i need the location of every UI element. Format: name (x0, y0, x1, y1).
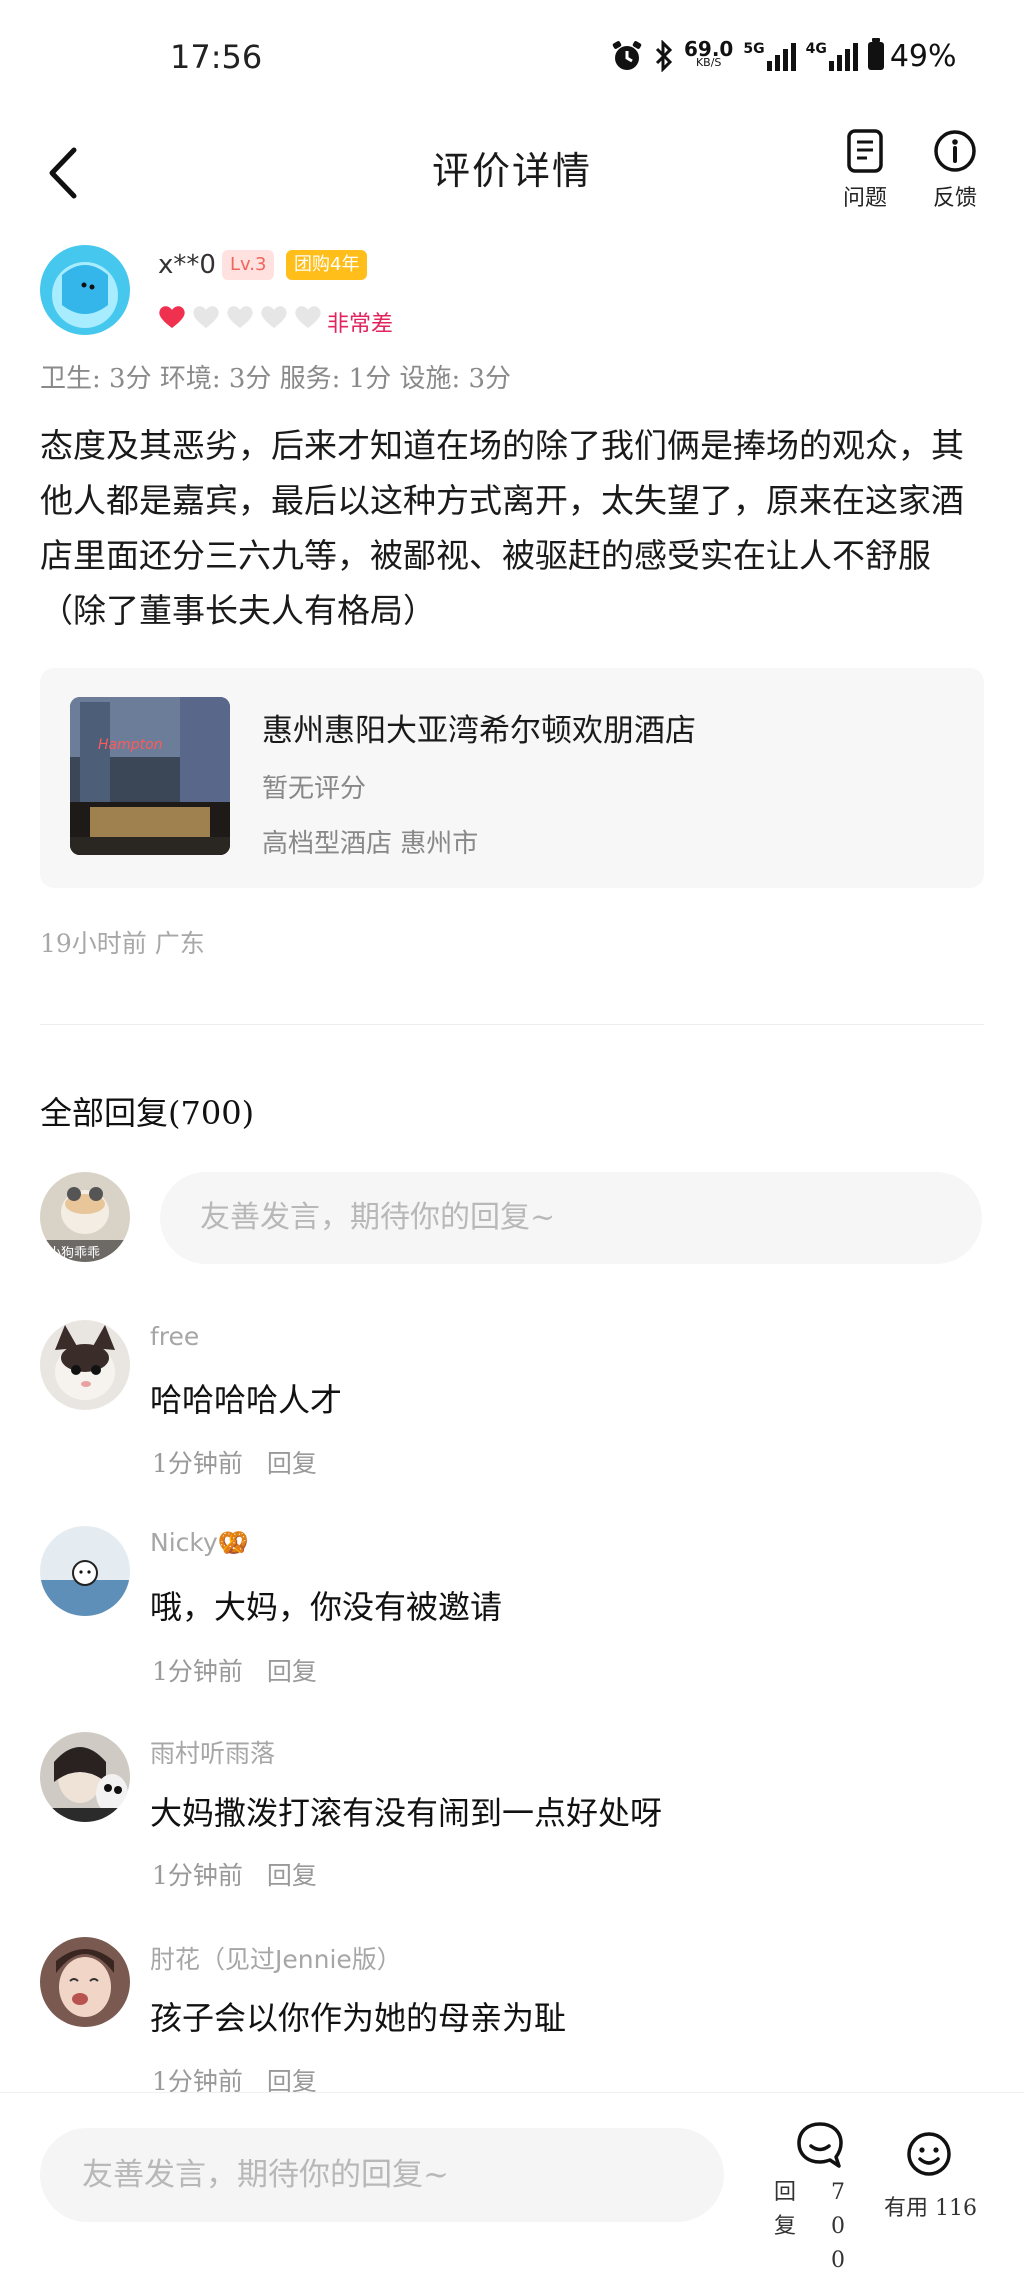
bottom-reply-input[interactable]: 友善发言，期待你的回复~ (40, 2128, 724, 2222)
hotel-image: Hampton (70, 697, 230, 855)
reply-button-label[interactable]: 回复 (774, 2176, 796, 2244)
heart-empty-icon (193, 306, 219, 328)
my-avatar-caption: 小狗乖乖 (48, 1246, 101, 1261)
signal-4g-icon (828, 41, 858, 71)
heart-empty-icon (261, 306, 287, 328)
reply-input[interactable]: 友善发言，期待你的回复~ (160, 1172, 982, 1264)
heart-filled-icon (159, 306, 185, 328)
commenter-name[interactable]: 雨村听雨落 (150, 1734, 275, 1770)
reply-count: 700 (831, 2180, 845, 2273)
comment-time: 1分钟前 (152, 1449, 243, 1478)
battery-indicator: 49% (867, 38, 957, 74)
status-icons: 69.0 KB/S 5G 4G 49% (610, 36, 957, 76)
comment-reply-button[interactable]: 回复 (267, 1449, 317, 1478)
smile-icon (907, 2132, 951, 2176)
review-body: 态度及其恶劣，后来才知道在场的除了我们俩是捧场的观众，其他人都是嘉宾，最后以这种… (40, 426, 964, 630)
rating-hearts (158, 304, 322, 330)
comment-bubble-icon (797, 2122, 843, 2168)
reply-button[interactable] (795, 2120, 845, 2176)
status-bar: 17:56 69.0 KB/S 5G 4G 49% (0, 0, 1024, 118)
hotel-name[interactable]: 惠州惠阳大亚湾希尔顿欢朋酒店 (262, 705, 696, 750)
commenter-avatar[interactable] (40, 1937, 130, 2027)
feedback-button[interactable]: 反馈 (915, 128, 995, 212)
bluetooth-icon (655, 40, 673, 72)
commenter-name[interactable]: 肘花（见过Jennie版） (150, 1940, 402, 1976)
status-time: 17:56 (170, 38, 263, 76)
commenter-name[interactable]: free (150, 1322, 199, 1351)
my-avatar: 小狗乖乖 (40, 1172, 130, 1262)
commenter-avatar[interactable] (40, 1526, 130, 1616)
sub-scores: 卫生: 3分 环境: 3分 服务: 1分 设施: 3分 (40, 364, 512, 394)
net-4g-label: 4G (805, 41, 827, 57)
useful-label[interactable]: 有用 116 (884, 2190, 977, 2222)
comment-meta: 1分钟前 回复 (152, 1856, 341, 1892)
reviewer-avatar[interactable] (40, 245, 130, 335)
signal-5g-icon (766, 41, 796, 71)
question-label: 问题 (842, 186, 887, 211)
document-icon (847, 129, 883, 173)
question-button[interactable]: 问题 (825, 128, 905, 212)
group-buy-badge: 团购4年 (286, 250, 368, 280)
comment-time: 1分钟前 (152, 1861, 243, 1890)
review-time-location: 19小时前 广东 (40, 929, 205, 958)
battery-icon (867, 38, 884, 70)
comment-text: 哦，大妈，你没有被邀请 (150, 1588, 503, 1626)
info-icon (934, 130, 976, 172)
level-badge: Lv.3 (222, 250, 275, 280)
comment-text: 哈哈哈哈人才 (150, 1381, 343, 1419)
hotel-rating: 暂无评分 (262, 774, 367, 804)
commenter-name[interactable]: Nicky🥨 (150, 1528, 249, 1558)
heart-empty-icon (227, 306, 253, 328)
network-speed: 69.0 KB/S (684, 37, 734, 69)
replies-title: 全部回复(700) (40, 1094, 255, 1132)
feedback-label: 反馈 (932, 186, 977, 211)
comment-reply-button[interactable]: 回复 (267, 1657, 317, 1686)
rating-text: 非常差 (327, 312, 394, 337)
net-5g-label: 5G (743, 41, 765, 57)
heart-empty-icon (295, 306, 321, 328)
commenter-avatar[interactable] (40, 1320, 130, 1410)
comment-text: 孩子会以你作为她的母亲为耻 (150, 1999, 567, 2037)
comment-reply-button[interactable]: 回复 (267, 1861, 317, 1890)
useful-button[interactable] (905, 2130, 953, 2182)
reviewer-name[interactable]: x**0 (158, 250, 216, 280)
comment-meta: 1分钟前 回复 (152, 1652, 341, 1688)
comment-meta: 1分钟前 回复 (152, 1444, 341, 1480)
comment-time: 1分钟前 (152, 1657, 243, 1686)
hotel-category-location: 高档型酒店 惠州市 (262, 829, 479, 859)
comment-text: 大妈撒泼打滚有没有闹到一点好处呀 (150, 1794, 663, 1832)
divider (40, 1024, 984, 1025)
commenter-avatar[interactable] (40, 1732, 130, 1822)
hotel-image-sign: Hampton (98, 737, 163, 753)
alarm-icon (612, 41, 642, 70)
